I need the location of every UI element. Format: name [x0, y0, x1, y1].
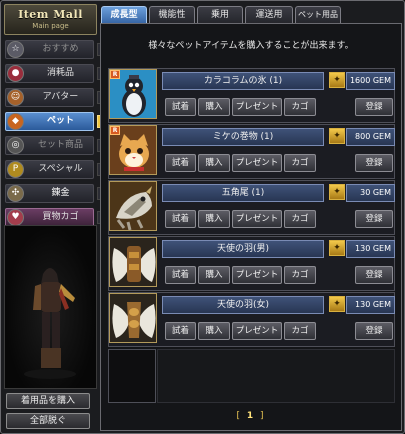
register-button[interactable]: 登録 — [355, 210, 393, 228]
pagination: [ 1 ] — [101, 411, 401, 421]
category-label: おすすめ — [42, 44, 79, 54]
category-recommended[interactable]: ☆ おすすめ — [5, 40, 94, 59]
try-on-button[interactable]: 試着 — [165, 266, 196, 284]
tab-transport[interactable]: 運送用 — [245, 6, 293, 23]
try-on-button[interactable]: 試着 — [165, 154, 196, 172]
buy-button[interactable]: 購入 — [198, 98, 230, 116]
cart-icon: ♥ — [7, 209, 24, 226]
item-price: 130 GEM — [346, 240, 395, 258]
alchemy-icon: ✣ — [7, 185, 24, 202]
try-on-button[interactable]: 試着 — [165, 98, 196, 116]
special-icon: P — [7, 161, 24, 178]
character-figure-icon — [24, 268, 76, 379]
category-special[interactable]: P スペシャル — [5, 160, 94, 179]
gift-button[interactable]: プレゼント — [232, 210, 282, 228]
item-row: 天使の羽(女) ✦ 130 GEM 試着 購入 プレゼント カゴ 登録 — [108, 292, 395, 347]
category-label: セット商品 — [37, 140, 83, 150]
empty-item-slot — [108, 349, 156, 403]
item-thumbnail[interactable]: R — [109, 125, 157, 175]
category-label: 消耗品 — [46, 68, 74, 78]
buy-button[interactable]: 購入 — [198, 266, 230, 284]
buy-button[interactable]: 購入 — [198, 210, 230, 228]
item-thumbnail[interactable]: R — [109, 69, 157, 119]
tab-riding[interactable]: 乗用 — [197, 6, 243, 23]
item-price: 30 GEM — [346, 184, 395, 202]
category-label: アバター — [42, 92, 79, 102]
armored-pet-icon — [110, 182, 156, 230]
item-name: 五角尾 (1) — [162, 184, 324, 202]
category-pet[interactable]: ◆ ペット — [5, 112, 94, 131]
item-row: R カラコラムの氷 (1) ✦ 1600 GEM 試着 購入 プレゼント カゴ … — [108, 68, 395, 123]
gift-button[interactable]: プレゼント — [232, 266, 282, 284]
category-consumables[interactable]: ● 消耗品 — [5, 64, 94, 83]
item-name: 天使の羽(女) — [162, 296, 324, 314]
try-on-button[interactable]: 試着 — [165, 322, 196, 340]
item-mall-logo: Item Mall Main page — [4, 4, 97, 35]
gem-coin-icon: ✦ — [329, 128, 345, 144]
gift-button[interactable]: プレゼント — [232, 154, 282, 172]
pet-icon: ◆ — [7, 113, 24, 130]
item-price: 1600 GEM — [346, 72, 395, 90]
item-badge: R — [110, 126, 120, 135]
gift-button[interactable]: プレゼント — [232, 322, 282, 340]
tab-functional[interactable]: 機能性 — [149, 6, 195, 23]
add-to-cart-button[interactable]: カゴ — [284, 154, 316, 172]
buy-button[interactable]: 購入 — [198, 154, 230, 172]
item-badge: R — [110, 70, 120, 79]
category-label: 買物カゴ — [42, 212, 79, 222]
gem-coin-icon: ✦ — [329, 72, 345, 88]
item-name: ミケの巻物 (1) — [162, 128, 324, 146]
item-thumbnail[interactable] — [109, 293, 157, 343]
character-preview[interactable] — [4, 225, 97, 389]
logo-subtitle: Main page — [32, 22, 69, 30]
add-to-cart-button[interactable]: カゴ — [284, 266, 316, 284]
try-on-button[interactable]: 試着 — [165, 210, 196, 228]
set-icon: ◎ — [7, 137, 24, 154]
item-row: R ミケの巻物 (1) ✦ 800 GEM 試着 購入 プレゼント カゴ 登録 — [108, 124, 395, 179]
category-avatar[interactable]: ☺ アバター — [5, 88, 94, 107]
item-price: 800 GEM — [346, 128, 395, 146]
buy-worn-items-button[interactable]: 着用品を購入 — [6, 393, 90, 409]
pagination-right-bracket: ] — [260, 411, 266, 421]
gem-coin-icon: ✦ — [329, 184, 345, 200]
logo-title: Item Mall — [18, 8, 83, 21]
item-row: 天使の羽(男) ✦ 130 GEM 試着 購入 プレゼント カゴ 登録 — [108, 236, 395, 291]
avatar-icon: ☺ — [7, 89, 24, 106]
item-thumbnail[interactable] — [109, 181, 157, 231]
category-label: 錬金 — [51, 188, 70, 198]
angel-wings-icon — [110, 238, 156, 286]
gift-button[interactable]: プレゼント — [232, 98, 282, 116]
register-button[interactable]: 登録 — [355, 154, 393, 172]
tab-growth[interactable]: 成長型 — [101, 6, 147, 23]
panel-description: 様々なペットアイテムを購入することが出来ます。 — [148, 41, 354, 51]
gem-coin-icon: ✦ — [329, 296, 345, 312]
page-number-current[interactable]: 1 — [247, 411, 255, 421]
category-alchemy[interactable]: ✣ 錬金 — [5, 184, 94, 203]
add-to-cart-button[interactable]: カゴ — [284, 322, 316, 340]
pagination-left-bracket: [ — [236, 411, 242, 421]
unequip-all-button[interactable]: 全部脱ぐ — [6, 413, 90, 429]
item-row: 五角尾 (1) ✦ 30 GEM 試着 購入 プレゼント カゴ 登録 — [108, 180, 395, 235]
buy-button[interactable]: 購入 — [198, 322, 230, 340]
category-label: ペット — [46, 116, 74, 126]
add-to-cart-button[interactable]: カゴ — [284, 98, 316, 116]
potion-icon: ● — [7, 65, 24, 82]
category-set-items[interactable]: ◎ セット商品 — [5, 136, 94, 155]
register-button[interactable]: 登録 — [355, 322, 393, 340]
item-price: 130 GEM — [346, 296, 395, 314]
item-name: 天使の羽(男) — [162, 240, 324, 258]
gem-coin-icon: ✦ — [329, 240, 345, 256]
star-icon: ☆ — [7, 41, 24, 58]
item-mall-window: Item Mall Main page ☆ おすすめ ● 消耗品 ☺ アバター … — [0, 0, 405, 434]
item-list-panel: 様々なペットアイテムを購入することが出来ます。 R カラコラムの氷 (1) ✦ … — [100, 23, 402, 431]
item-name: カラコラムの氷 (1) — [162, 72, 324, 90]
register-button[interactable]: 登録 — [355, 98, 393, 116]
empty-item-row — [157, 349, 395, 403]
category-label: スペシャル — [38, 164, 83, 174]
angel-wings-icon — [110, 294, 156, 342]
tab-pet-supplies[interactable]: ペット用品 — [295, 6, 341, 23]
add-to-cart-button[interactable]: カゴ — [284, 210, 316, 228]
register-button[interactable]: 登録 — [355, 266, 393, 284]
item-thumbnail[interactable] — [109, 237, 157, 287]
